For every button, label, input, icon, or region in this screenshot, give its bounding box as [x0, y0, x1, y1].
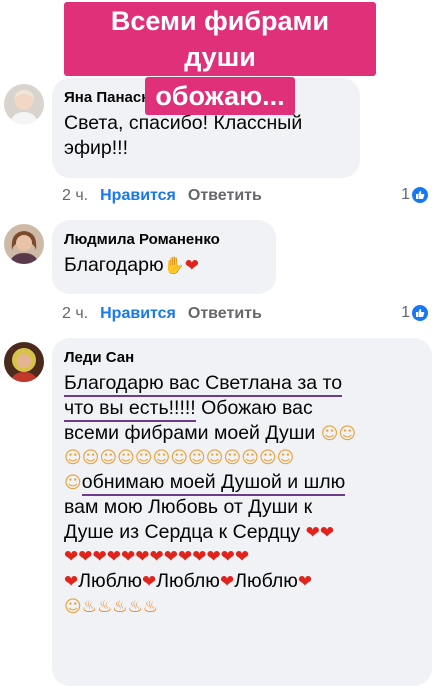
- heart-emoji: ❤: [141, 572, 157, 592]
- avatar[interactable]: [4, 342, 44, 382]
- comment-text-line: что вы есть!!!!! Обожаю вас: [64, 396, 420, 422]
- comment-bubble: Леди Сан Благодарю вас Светлана за то чт…: [52, 338, 432, 686]
- comment-meta: 2 ч. Нравится Ответить: [62, 186, 262, 206]
- comment-text-line: вам мою Любовь от Души к: [64, 496, 313, 518]
- heart-emoji: ❤: [184, 256, 200, 276]
- reply-button[interactable]: Ответить: [188, 187, 262, 204]
- emoji-row: ☺☺☺☺☺☺☺☺☺☺☺☺☺: [64, 448, 295, 468]
- comment-meta: 2 ч. Нравится Ответить: [62, 304, 262, 324]
- comment-text-segment: Обожаю вас: [195, 397, 313, 419]
- avatar[interactable]: [4, 224, 44, 264]
- comment-text-segment: всеми фибрами моей Души: [64, 422, 321, 444]
- emoji-row: ❤❤❤❤❤❤❤❤❤❤❤❤❤: [64, 547, 250, 567]
- comment-text-line: всеми фибрами моей Души ☺☺: [64, 421, 420, 446]
- comment-text-segment: Благодарю вас Светлана за то: [64, 372, 343, 397]
- like-button[interactable]: Нравится: [100, 305, 176, 322]
- thumbs-up-icon: [412, 305, 428, 321]
- comment-author[interactable]: Леди Сан: [64, 348, 420, 368]
- reply-button[interactable]: Ответить: [188, 305, 262, 322]
- smiling-face-with-hearts-emoji: ☺☺: [320, 424, 357, 444]
- reaction-number: 1: [401, 304, 410, 321]
- banner-line-2: обожаю...: [145, 77, 295, 115]
- comment-2: Людмила Романенко Благодарю✋❤ 2 ч. Нравит…: [0, 220, 442, 330]
- comment-text-line: эфир!!!: [64, 137, 128, 159]
- thumbs-up-icon: [412, 187, 428, 203]
- comment-bubble: Людмила Романенко Благодарю✋❤: [52, 220, 276, 294]
- reaction-count[interactable]: 1: [401, 186, 428, 204]
- title-banner: Всеми фибрами души обожаю...: [64, 2, 376, 116]
- comment-time[interactable]: 2 ч.: [62, 187, 88, 204]
- comment-text-line: Душе из Сердца к Сердцу ❤❤: [64, 520, 420, 545]
- emoji-row: ☺♨♨♨♨♨: [64, 594, 420, 619]
- praying-hands-emoji: ✋: [163, 256, 185, 276]
- heart-emoji: ❤: [219, 572, 235, 592]
- smiling-face-with-hearts-emoji: ☺: [64, 597, 82, 617]
- like-button[interactable]: Нравится: [100, 187, 176, 204]
- comment-author[interactable]: Людмила Романенко: [64, 230, 264, 250]
- heart-emoji: ❤❤: [305, 523, 335, 543]
- comment-text-line: ☺обнимаю моей Душой и шлю: [64, 470, 420, 496]
- reaction-number: 1: [401, 186, 410, 203]
- comment-text-line: ❤Люблю❤Люблю❤Люблю❤: [64, 569, 420, 594]
- reaction-count[interactable]: 1: [401, 304, 428, 322]
- love-word: Люблю: [78, 570, 142, 592]
- heart-emoji: ❤: [297, 572, 313, 592]
- comment-text-word: Благодарю: [64, 254, 164, 276]
- love-word: Люблю: [156, 570, 220, 592]
- love-word: Люблю: [234, 570, 298, 592]
- comment-3: Леди Сан Благодарю вас Светлана за то чт…: [0, 338, 442, 690]
- avatar[interactable]: [4, 84, 44, 124]
- comment-text-segment: Душе из Сердца к Сердцу: [64, 521, 306, 543]
- comment-text-segment: что вы есть!!!!!: [64, 397, 196, 422]
- comment-time[interactable]: 2 ч.: [62, 305, 88, 322]
- comment-text-segment: обнимаю моей Душой и шлю: [81, 471, 346, 496]
- smiling-face-with-hearts-emoji: ☺: [64, 473, 82, 493]
- comment-text: Благодарю✋❤: [64, 253, 264, 278]
- comment-text-line: Благодарю вас Светлана за то: [64, 371, 420, 397]
- fire-emoji: ♨♨♨♨♨: [81, 597, 158, 617]
- banner-line-1: Всеми фибрами души: [64, 2, 376, 76]
- heart-emoji: ❤: [64, 572, 79, 592]
